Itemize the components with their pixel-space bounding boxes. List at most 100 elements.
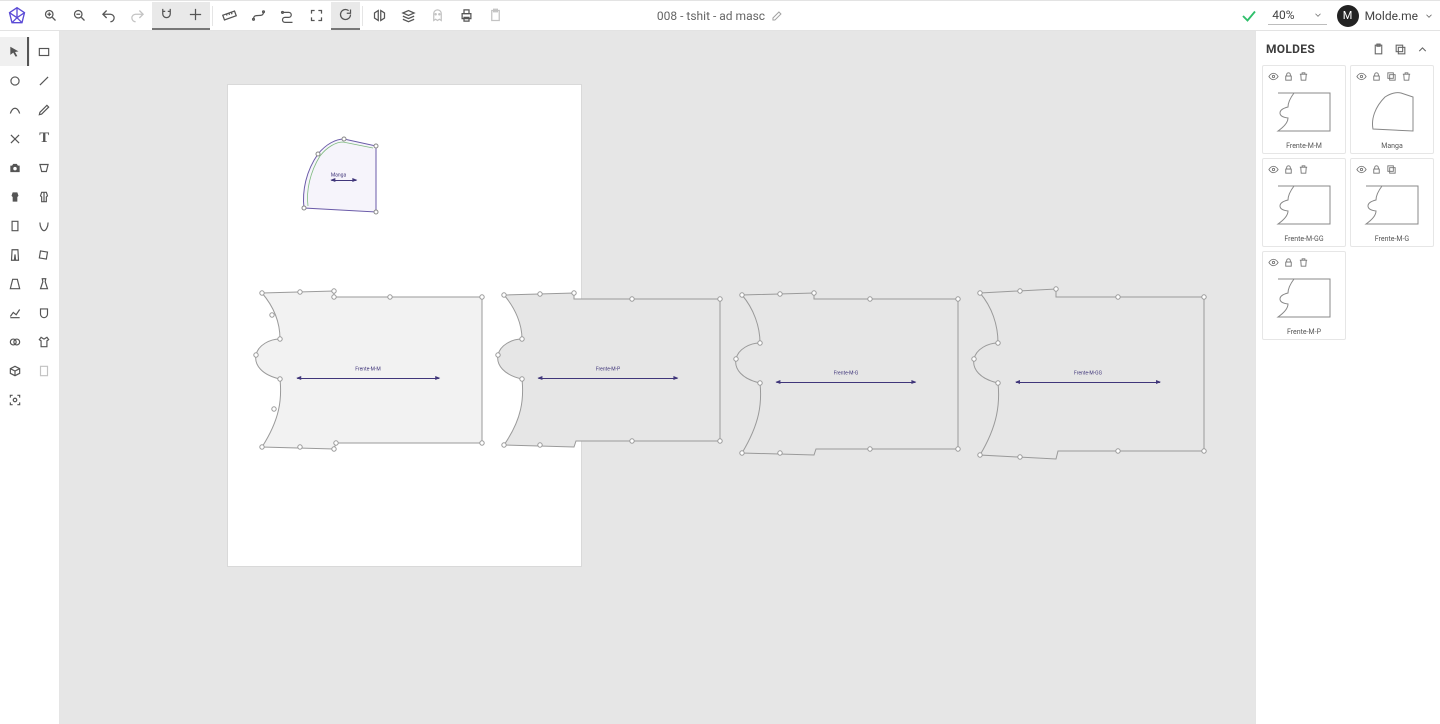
panel-clipboard-icon[interactable]: [1370, 41, 1386, 57]
eye-icon[interactable]: [1355, 163, 1367, 175]
collar-tool[interactable]: [30, 211, 60, 240]
piece-front-m[interactable]: Frente-M-M: [250, 289, 486, 451]
piece-label: Frente-M-M: [355, 366, 381, 372]
panel-collapse-icon[interactable]: [1414, 41, 1430, 57]
face-scan-tool[interactable]: [0, 385, 30, 414]
main-area: T: [0, 31, 1440, 724]
document-title-text: 008 - tshit - ad masc: [657, 9, 765, 23]
skirt-tool[interactable]: [0, 269, 30, 298]
body-front2-tool[interactable]: [30, 182, 60, 211]
thumb-tools: [1267, 70, 1341, 82]
avatar-initial: M: [1343, 9, 1353, 22]
trash-icon[interactable]: [1297, 256, 1309, 268]
piece-front-g[interactable]: Frente-M-G: [730, 291, 962, 457]
thumb-shape: [1267, 271, 1341, 325]
panel-shape-tool[interactable]: [0, 211, 30, 240]
pocket-tool[interactable]: [30, 298, 60, 327]
separator: [362, 6, 363, 26]
undo-button[interactable]: [94, 2, 123, 30]
eye-icon[interactable]: [1355, 70, 1367, 82]
shape-warp-tool[interactable]: [30, 153, 60, 182]
piece-front-p[interactable]: Frente-M-P: [492, 291, 724, 449]
empty-tool: [30, 385, 60, 414]
graph-tool[interactable]: [0, 298, 30, 327]
thumb-shape: [1267, 85, 1341, 139]
document-title: 008 - tshit - ad masc: [657, 9, 783, 23]
shirt-outline-tool[interactable]: [30, 327, 60, 356]
thumb-card[interactable]: Frente-M-GG: [1262, 158, 1346, 247]
avatar: M: [1337, 5, 1359, 27]
lock-icon[interactable]: [1282, 256, 1294, 268]
camera-tool[interactable]: [0, 153, 30, 182]
thumb-card[interactable]: Frente-M-G: [1350, 158, 1434, 247]
knit-tool[interactable]: [0, 327, 30, 356]
mirror-button[interactable]: [365, 2, 394, 30]
copy-icon[interactable]: [1385, 163, 1397, 175]
thumb-shape: [1267, 178, 1341, 232]
eye-icon[interactable]: [1267, 163, 1279, 175]
close-tool[interactable]: [0, 124, 30, 153]
grain-arrow: [1016, 382, 1160, 383]
refresh-button[interactable]: [331, 2, 360, 30]
piece-label: Frente-M-P: [596, 366, 620, 372]
trash-icon[interactable]: [1297, 70, 1309, 82]
box3d-tool[interactable]: [0, 356, 30, 385]
ghost-button[interactable]: [423, 2, 452, 30]
lock-icon[interactable]: [1282, 163, 1294, 175]
panel-copy-icon[interactable]: [1392, 41, 1408, 57]
grain-arrow: [538, 378, 677, 379]
piece-sleeve[interactable]: Manga: [296, 136, 381, 216]
chevron-down-icon: [1424, 11, 1434, 21]
clipboard-button[interactable]: [481, 2, 510, 30]
text-tool[interactable]: T: [30, 124, 60, 153]
zoom-out-button[interactable]: [65, 2, 94, 30]
thumb-card[interactable]: Frente-M-M: [1262, 65, 1346, 154]
thumb-name: Manga: [1355, 139, 1429, 150]
snap-cross-button[interactable]: [181, 2, 210, 30]
layers-button[interactable]: [394, 2, 423, 30]
user-menu[interactable]: M Molde.me: [1337, 5, 1434, 27]
sleeve-shape-tool[interactable]: [30, 240, 60, 269]
eye-icon[interactable]: [1267, 256, 1279, 268]
saved-check-icon: [1240, 7, 1258, 25]
thumb-card[interactable]: Frente-M-P: [1262, 251, 1346, 340]
pencil-tool[interactable]: [30, 95, 60, 124]
canvas[interactable]: Manga Frente-M-M Frente-M-P Frente-M-G: [60, 31, 1255, 724]
zoom-in-button[interactable]: [36, 2, 65, 30]
snap-magnet-button[interactable]: [152, 2, 181, 30]
thumb-tools: [1267, 256, 1341, 268]
curve-button[interactable]: [244, 2, 273, 30]
bounds-button[interactable]: [302, 2, 331, 30]
rectangle-tool[interactable]: [30, 37, 60, 66]
ruler-button[interactable]: [215, 2, 244, 30]
pants-tool[interactable]: [0, 240, 30, 269]
thumb-card[interactable]: Manga: [1350, 65, 1434, 154]
redo-button[interactable]: [123, 2, 152, 30]
eye-icon[interactable]: [1267, 70, 1279, 82]
lock-icon[interactable]: [1370, 70, 1382, 82]
thumb-tools: [1267, 163, 1341, 175]
panel-title: MOLDES: [1266, 42, 1315, 56]
select-tool[interactable]: [0, 37, 30, 66]
top-toolbar: 008 - tshit - ad masc 40% M Molde.me: [0, 0, 1440, 31]
paste-shape-tool[interactable]: [30, 356, 60, 385]
copy-icon[interactable]: [1385, 70, 1397, 82]
thumb-tools: [1355, 163, 1429, 175]
pen-curve-tool[interactable]: [0, 95, 30, 124]
lock-icon[interactable]: [1282, 70, 1294, 82]
circle-tool[interactable]: [0, 66, 30, 95]
trash-icon[interactable]: [1297, 163, 1309, 175]
app-logo[interactable]: [6, 5, 28, 27]
piece-label: Frente-M-GG: [1074, 370, 1102, 376]
zoom-select[interactable]: 40%: [1268, 6, 1326, 25]
body-front-tool[interactable]: [0, 182, 30, 211]
edit-title-icon[interactable]: [771, 10, 783, 22]
path-button[interactable]: [273, 2, 302, 30]
piece-front-gg[interactable]: Frente-M-GG: [968, 287, 1208, 461]
print-button[interactable]: [452, 2, 481, 30]
user-name: Molde.me: [1365, 9, 1418, 23]
lock-icon[interactable]: [1370, 163, 1382, 175]
line-tool[interactable]: [30, 66, 60, 95]
trash-icon[interactable]: [1400, 70, 1412, 82]
dress-tool[interactable]: [30, 269, 60, 298]
